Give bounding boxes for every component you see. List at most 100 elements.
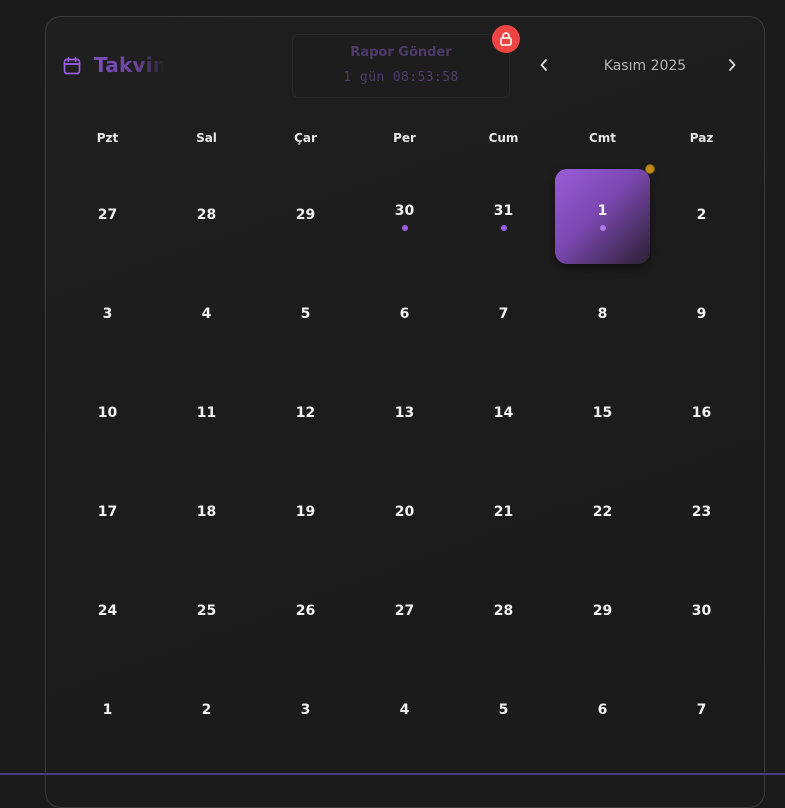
day-cell[interactable]: 30	[654, 565, 749, 660]
day-cell[interactable]: 22	[555, 466, 650, 561]
report-countdown: 1 gün 08:53:58	[343, 70, 459, 85]
day-number: 11	[196, 405, 217, 421]
weekday-label: Cmt	[588, 131, 617, 145]
day-number: 5	[300, 306, 311, 322]
chevron-left-icon	[539, 57, 549, 76]
send-report-button[interactable]: Rapor Gönder 1 gün 08:53:58	[292, 34, 510, 98]
calendar-icon	[62, 56, 82, 76]
day-number: 28	[196, 207, 217, 223]
day-cell[interactable]: 9	[654, 268, 749, 363]
day-cell[interactable]: 2	[654, 169, 749, 264]
event-dot	[600, 225, 606, 231]
day-number: 3	[300, 702, 311, 718]
day-cell[interactable]: 13	[357, 367, 452, 462]
day-number: 8	[597, 306, 608, 322]
day-cell[interactable]: 28	[159, 169, 254, 264]
chevron-right-icon	[727, 57, 737, 76]
day-cell[interactable]: 23	[654, 466, 749, 561]
day-cell[interactable]: 17	[60, 466, 155, 561]
day-cell[interactable]: 27	[357, 565, 452, 660]
day-cell[interactable]: 29	[555, 565, 650, 660]
day-cell[interactable]: 4	[159, 268, 254, 363]
day-cell[interactable]: 31	[456, 169, 551, 264]
bottom-divider	[0, 773, 785, 775]
day-number: 12	[295, 405, 316, 421]
day-cell[interactable]: 4	[357, 664, 452, 759]
day-cell[interactable]: 27	[60, 169, 155, 264]
day-cell[interactable]: 25	[159, 565, 254, 660]
day-cell[interactable]: 8	[555, 268, 650, 363]
day-number: 13	[394, 405, 415, 421]
day-number: 17	[97, 504, 118, 520]
day-number: 26	[295, 603, 316, 619]
day-number: 7	[696, 702, 707, 718]
next-month-button[interactable]	[722, 55, 742, 77]
day-number: 9	[696, 306, 707, 322]
weekday-label: Sal	[196, 131, 217, 145]
weekday-label: Per	[393, 131, 416, 145]
day-cell[interactable]: 10	[60, 367, 155, 462]
event-dot	[501, 225, 507, 231]
day-cell[interactable]: 14	[456, 367, 551, 462]
day-cell[interactable]: 12	[258, 367, 353, 462]
day-cell[interactable]: 11	[159, 367, 254, 462]
day-number: 6	[399, 306, 410, 322]
day-number: 16	[691, 405, 712, 421]
day-number: 22	[592, 504, 613, 520]
day-number: 5	[498, 702, 509, 718]
day-number: 29	[592, 603, 613, 619]
day-cell[interactable]: 3	[60, 268, 155, 363]
day-number: 29	[295, 207, 316, 223]
day-number: 20	[394, 504, 415, 520]
day-number: 15	[592, 405, 613, 421]
day-number: 3	[102, 306, 113, 322]
day-number: 27	[394, 603, 415, 619]
day-number: 14	[493, 405, 514, 421]
lock-icon	[492, 25, 520, 53]
weekday-label: Cum	[488, 131, 519, 145]
day-number: 2	[201, 702, 212, 718]
day-cell-selected[interactable]: 1	[555, 164, 655, 264]
day-number: 18	[196, 504, 217, 520]
weekday-label: Pzt	[96, 131, 119, 145]
day-number: 4	[201, 306, 212, 322]
day-cell[interactable]: 16	[654, 367, 749, 462]
day-number: 31	[493, 203, 514, 219]
day-cell[interactable]: 7	[654, 664, 749, 759]
day-number: 4	[399, 702, 410, 718]
weekday-header-row: Pzt Sal Çar Per Cum Cmt Paz	[58, 131, 751, 147]
day-cell[interactable]: 21	[456, 466, 551, 561]
day-number: 10	[97, 405, 118, 421]
day-number: 30	[394, 203, 415, 219]
page-title: Takvim	[94, 53, 164, 77]
day-cell[interactable]: 20	[357, 466, 452, 561]
day-cell[interactable]: 19	[258, 466, 353, 561]
day-number: 6	[597, 702, 608, 718]
prev-month-button[interactable]	[534, 55, 554, 77]
day-cell[interactable]: 29	[258, 169, 353, 264]
day-cell[interactable]: 5	[258, 268, 353, 363]
day-number: 1	[597, 203, 608, 219]
day-cell[interactable]: 28	[456, 565, 551, 660]
day-cell[interactable]: 15	[555, 367, 650, 462]
day-number: 2	[696, 207, 707, 223]
day-cell[interactable]: 26	[258, 565, 353, 660]
day-number: 27	[97, 207, 118, 223]
day-cell[interactable]: 2	[159, 664, 254, 759]
day-cell[interactable]: 30	[357, 169, 452, 264]
today-marker	[645, 164, 655, 174]
send-report-label: Rapor Gönder	[350, 45, 452, 60]
day-cell[interactable]: 7	[456, 268, 551, 363]
day-cell[interactable]: 6	[555, 664, 650, 759]
day-number: 21	[493, 504, 514, 520]
day-cell[interactable]: 5	[456, 664, 551, 759]
day-cell[interactable]: 6	[357, 268, 452, 363]
day-cell[interactable]: 18	[159, 466, 254, 561]
day-cell[interactable]: 1	[60, 664, 155, 759]
day-number: 1	[102, 702, 113, 718]
day-cell[interactable]: 24	[60, 565, 155, 660]
day-number: 23	[691, 504, 712, 520]
day-number: 24	[97, 603, 118, 619]
day-cell[interactable]: 3	[258, 664, 353, 759]
day-number: 25	[196, 603, 217, 619]
